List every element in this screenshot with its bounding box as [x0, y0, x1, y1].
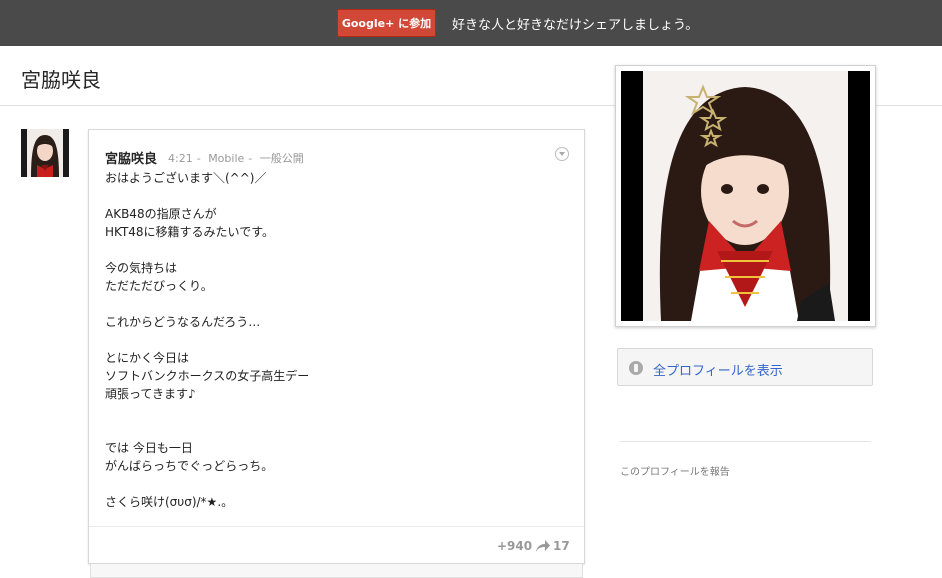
info-icon [629, 361, 643, 375]
post-body: おはようございます＼(^^)／ AKB48の指原さんが HKT48に移籍するみた… [105, 169, 565, 511]
post-line: とにかく今日は [105, 351, 190, 365]
post-line [105, 241, 565, 259]
post-line [105, 295, 565, 313]
post-line [105, 331, 565, 349]
report-profile-link[interactable]: このプロフィールを報告 [620, 463, 730, 478]
top-bar: Google+ に参加 好きな人と好きなだけシェアしましょう。 [0, 0, 942, 46]
post-line: ソフトバンクホークスの女子高生デー [105, 369, 310, 383]
share-count[interactable]: 17 [553, 539, 570, 553]
post-line: これからどうなるんだろう… [105, 315, 261, 329]
post-line: ただただびっくり。 [105, 279, 213, 293]
profile-photo-image [621, 71, 870, 321]
post-line [105, 475, 565, 493]
post-line: さくら咲け(συσ)/*★.。 [105, 495, 234, 509]
post-line: では 今日も一日 [105, 441, 193, 455]
post-line: 今の気持ちは [105, 261, 178, 275]
view-full-profile-button[interactable]: 全プロフィールを表示 [617, 348, 873, 386]
post-line: AKB48の指原さんが [105, 207, 217, 221]
share-arrow-icon[interactable] [535, 539, 551, 553]
post-source: Mobile [208, 152, 245, 165]
post-line [105, 187, 565, 205]
post-meta: 4:21- Mobile - 一般公開 [168, 152, 304, 165]
avatar-image [21, 129, 69, 177]
post-time[interactable]: 4:21 [168, 152, 193, 165]
next-post-card-edge [90, 564, 583, 578]
sidebar-divider [619, 441, 871, 442]
join-google-plus-button[interactable]: Google+ に参加 [337, 9, 436, 37]
post-line [105, 403, 565, 421]
avatar[interactable] [21, 129, 69, 177]
plus-one-button[interactable]: +940 [497, 539, 532, 553]
post-menu-chevron-icon[interactable] [555, 147, 569, 161]
page-title: 宮脇咲良 [21, 68, 101, 92]
post-line: 頑張ってきます♪ [105, 387, 196, 401]
view-full-profile-label: 全プロフィールを表示 [653, 364, 783, 379]
post-footer: +940 17 [89, 526, 584, 564]
post-author[interactable]: 宮脇咲良 [105, 148, 157, 167]
portrait-illustration [621, 71, 870, 321]
post-line [105, 421, 565, 439]
post-visibility[interactable]: 一般公開 [260, 152, 304, 165]
profile-photo[interactable] [615, 65, 876, 327]
topbar-tagline: 好きな人と好きなだけシェアしましょう。 [452, 18, 699, 33]
post-card: 宮脇咲良 4:21- Mobile - 一般公開 おはようございます＼(^^)／ … [88, 129, 585, 564]
post-line: がんばらっちでぐっどらっち。 [105, 459, 274, 473]
post-line: HKT48に移籍するみたいです。 [105, 225, 275, 239]
post-line: おはようございます＼(^^)／ [105, 171, 267, 185]
